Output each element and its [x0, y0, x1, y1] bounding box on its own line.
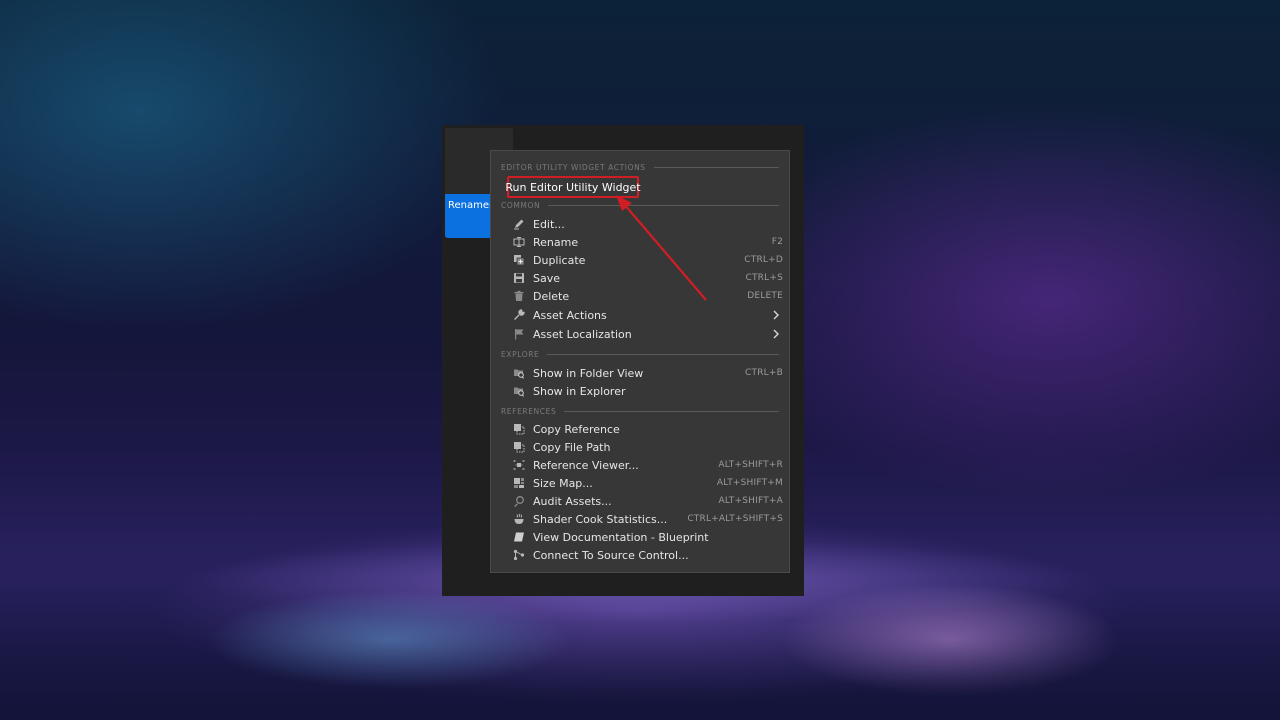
menu-shortcut: DELETE: [747, 291, 783, 301]
menu-label: Size Map...: [533, 476, 593, 490]
menu-item-view-documentation[interactable]: View Documentation - Blueprint: [491, 528, 789, 546]
menu-item-reference-viewer[interactable]: Reference Viewer... ALT+SHIFT+R: [491, 456, 789, 474]
menu-item-copy-file-path[interactable]: Copy File Path: [491, 438, 789, 456]
copy-path-icon: [513, 441, 525, 453]
menu-label: Delete: [533, 289, 570, 303]
trash-icon: [513, 290, 525, 302]
wrench-icon: [513, 309, 525, 321]
menu-shortcut: CTRL+S: [745, 273, 783, 283]
menu-label: Rename: [533, 235, 579, 249]
section-divider: [653, 166, 779, 168]
audit-icon: [513, 495, 525, 507]
menu-label: Show in Explorer: [533, 384, 626, 398]
menu-label: Reference Viewer...: [533, 458, 639, 472]
section-divider: [548, 204, 779, 206]
menu-item-show-in-folder-view[interactable]: Show in Folder View CTRL+B: [491, 364, 789, 382]
section-title-common: COMMON: [501, 200, 541, 210]
menu-shortcut: ALT+SHIFT+R: [718, 460, 783, 470]
run-editor-utility-widget-item[interactable]: Run Editor Utility Widget: [505, 176, 641, 198]
menu-item-copy-reference[interactable]: Copy Reference: [491, 420, 789, 438]
menu-shortcut: CTRL+ALT+SHIFT+S: [687, 514, 783, 524]
section-references: REFERENCES: [501, 405, 779, 417]
folder-search-icon: [513, 367, 525, 379]
menu-item-show-in-explorer[interactable]: Show in Explorer: [491, 382, 789, 400]
menu-shortcut: ALT+SHIFT+A: [718, 496, 783, 506]
menu-item-edit[interactable]: Edit...: [491, 215, 789, 233]
menu-label: Connect To Source Control...: [533, 548, 689, 562]
menu-item-size-map[interactable]: Size Map... ALT+SHIFT+M: [491, 474, 789, 492]
size-map-icon: [513, 477, 525, 489]
shader-icon: [513, 513, 525, 525]
menu-label: Shader Cook Statistics...: [533, 512, 668, 526]
menu-item-connect-to-source-control[interactable]: Connect To Source Control...: [491, 546, 789, 564]
flag-icon: [513, 328, 525, 340]
menu-item-audit-assets[interactable]: Audit Assets... ALT+SHIFT+A: [491, 492, 789, 510]
section-common: COMMON: [501, 199, 779, 211]
reference-viewer-icon: [513, 459, 525, 471]
duplicate-icon: [513, 254, 525, 266]
menu-label: Show in Folder View: [533, 366, 644, 380]
menu-label: Save: [533, 271, 561, 285]
menu-shortcut: F2: [771, 237, 783, 247]
section-title-editor-utility: EDITOR UTILITY WIDGET ACTIONS: [501, 162, 646, 172]
section-title-references: REFERENCES: [501, 406, 557, 416]
menu-label: Edit...: [533, 217, 565, 231]
save-icon: [513, 272, 525, 284]
rename-icon: [513, 236, 525, 248]
chevron-right-icon: [773, 329, 779, 339]
asset-label: Renamer: [448, 200, 494, 211]
copy-reference-icon: [513, 423, 525, 435]
menu-item-save[interactable]: Save CTRL+S: [491, 269, 789, 287]
chevron-right-icon: [773, 310, 779, 320]
section-editor-utility: EDITOR UTILITY WIDGET ACTIONS: [501, 161, 779, 173]
menu-shortcut: CTRL+B: [745, 368, 783, 378]
source-control-icon: [513, 549, 525, 561]
menu-label: View Documentation - Blueprint: [533, 530, 709, 544]
menu-item-duplicate[interactable]: Duplicate CTRL+D: [491, 251, 789, 269]
menu-item-delete[interactable]: Delete DELETE: [491, 287, 789, 305]
menu-label: Duplicate: [533, 253, 586, 267]
section-title-explore: EXPLORE: [501, 349, 540, 359]
context-menu: EDITOR UTILITY WIDGET ACTIONS Run Editor…: [490, 150, 790, 573]
section-explore: EXPLORE: [501, 348, 779, 360]
explorer-icon: [513, 385, 525, 397]
pencil-icon: [513, 218, 525, 230]
menu-label: Copy File Path: [533, 440, 611, 454]
menu-item-shader-cook-statistics[interactable]: Shader Cook Statistics... CTRL+ALT+SHIFT…: [491, 510, 789, 528]
menu-label: Asset Localization: [533, 327, 632, 341]
run-editor-utility-widget-label: Run Editor Utility Widget: [505, 180, 641, 194]
menu-item-rename[interactable]: Rename F2: [491, 233, 789, 251]
section-divider: [547, 353, 779, 355]
documentation-icon: [513, 531, 525, 543]
menu-label: Audit Assets...: [533, 494, 612, 508]
menu-item-asset-actions[interactable]: Asset Actions: [491, 306, 789, 324]
menu-shortcut: ALT+SHIFT+M: [716, 478, 783, 488]
menu-label: Asset Actions: [533, 308, 607, 322]
menu-item-asset-localization[interactable]: Asset Localization: [491, 325, 789, 343]
menu-label: Copy Reference: [533, 422, 620, 436]
menu-shortcut: CTRL+D: [744, 255, 783, 265]
section-divider: [564, 410, 779, 412]
